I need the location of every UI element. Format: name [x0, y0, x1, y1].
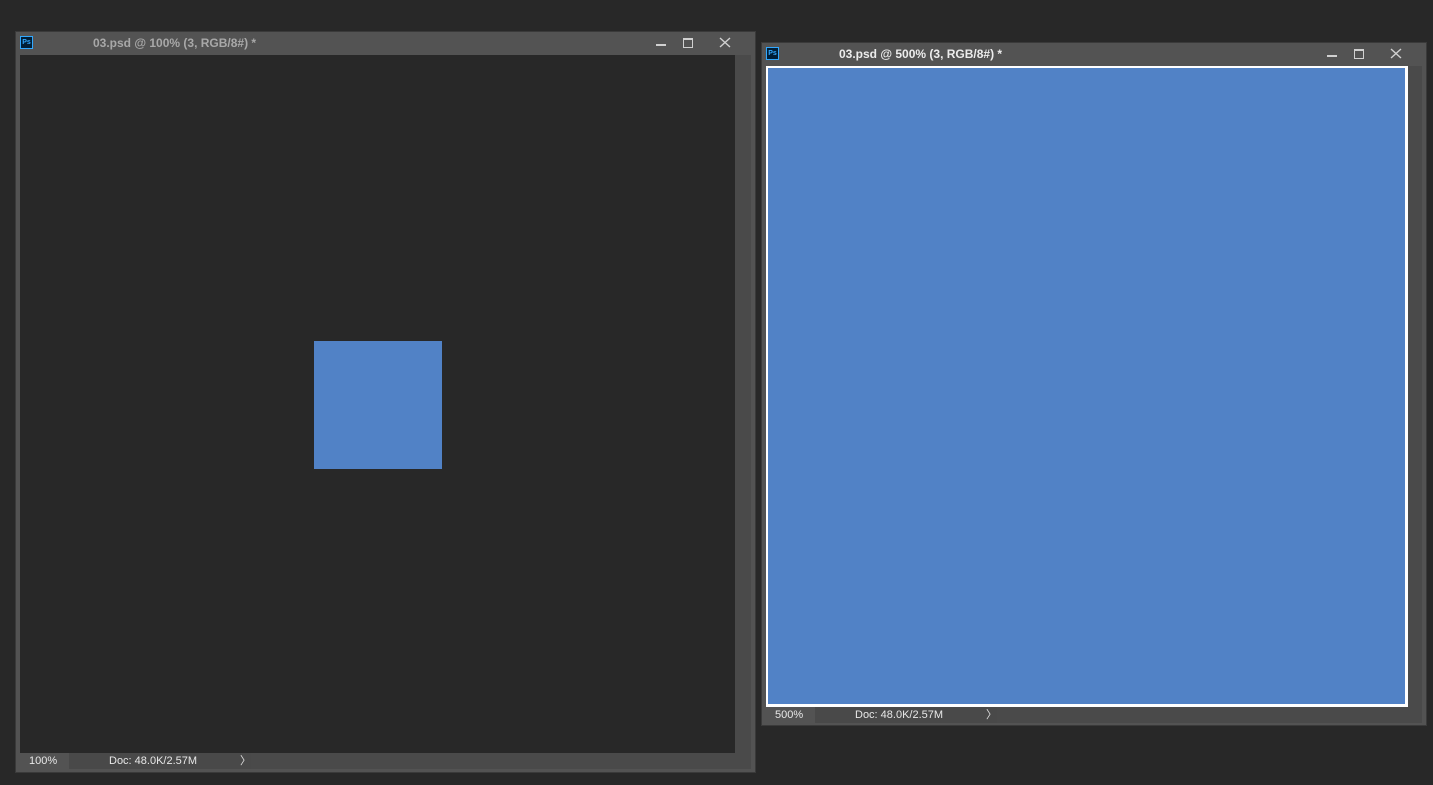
status-menu-arrow-icon[interactable]: 〉: [986, 707, 997, 723]
canvas-area[interactable]: [766, 66, 1408, 707]
document-window-100[interactable]: Ps 03.psd @ 100% (3, RGB/8#) * 100% Doc:…: [15, 31, 756, 773]
status-bar: 500% Doc: 48.0K/2.57M 〉: [766, 707, 1422, 723]
close-icon[interactable]: [1381, 45, 1411, 61]
vertical-scrollbar[interactable]: [735, 55, 751, 753]
window-titlebar[interactable]: Ps 03.psd @ 100% (3, RGB/8#) *: [16, 32, 755, 54]
minimize-icon[interactable]: [1320, 45, 1344, 61]
doc-size-info: Doc: 48.0K/2.57M: [815, 707, 997, 723]
close-icon[interactable]: [710, 34, 740, 50]
ps-app-icon: Ps: [766, 47, 779, 60]
doc-size-info: Doc: 48.0K/2.57M: [69, 753, 251, 769]
zoom-level[interactable]: 100%: [20, 753, 69, 769]
vertical-scrollbar[interactable]: [1408, 66, 1422, 707]
document-window-500[interactable]: Ps 03.psd @ 500% (3, RGB/8#) * 500% Doc:…: [761, 42, 1427, 726]
maximize-icon[interactable]: [676, 34, 700, 50]
zoom-level[interactable]: 500%: [766, 707, 815, 723]
window-title: 03.psd @ 100% (3, RGB/8#) *: [93, 36, 257, 50]
horizontal-scrollbar[interactable]: [251, 753, 751, 769]
horizontal-scrollbar[interactable]: [997, 707, 1422, 723]
ps-app-icon: Ps: [20, 36, 33, 49]
status-bar: 100% Doc: 48.0K/2.57M 〉: [20, 753, 751, 769]
document-canvas[interactable]: [768, 68, 1405, 704]
maximize-icon[interactable]: [1347, 45, 1371, 61]
canvas-area[interactable]: [20, 55, 735, 753]
minimize-icon[interactable]: [649, 34, 673, 50]
status-menu-arrow-icon[interactable]: 〉: [240, 753, 251, 769]
window-title: 03.psd @ 500% (3, RGB/8#) *: [839, 47, 1003, 61]
document-canvas[interactable]: [314, 341, 442, 469]
window-titlebar[interactable]: Ps 03.psd @ 500% (3, RGB/8#) *: [762, 43, 1426, 65]
